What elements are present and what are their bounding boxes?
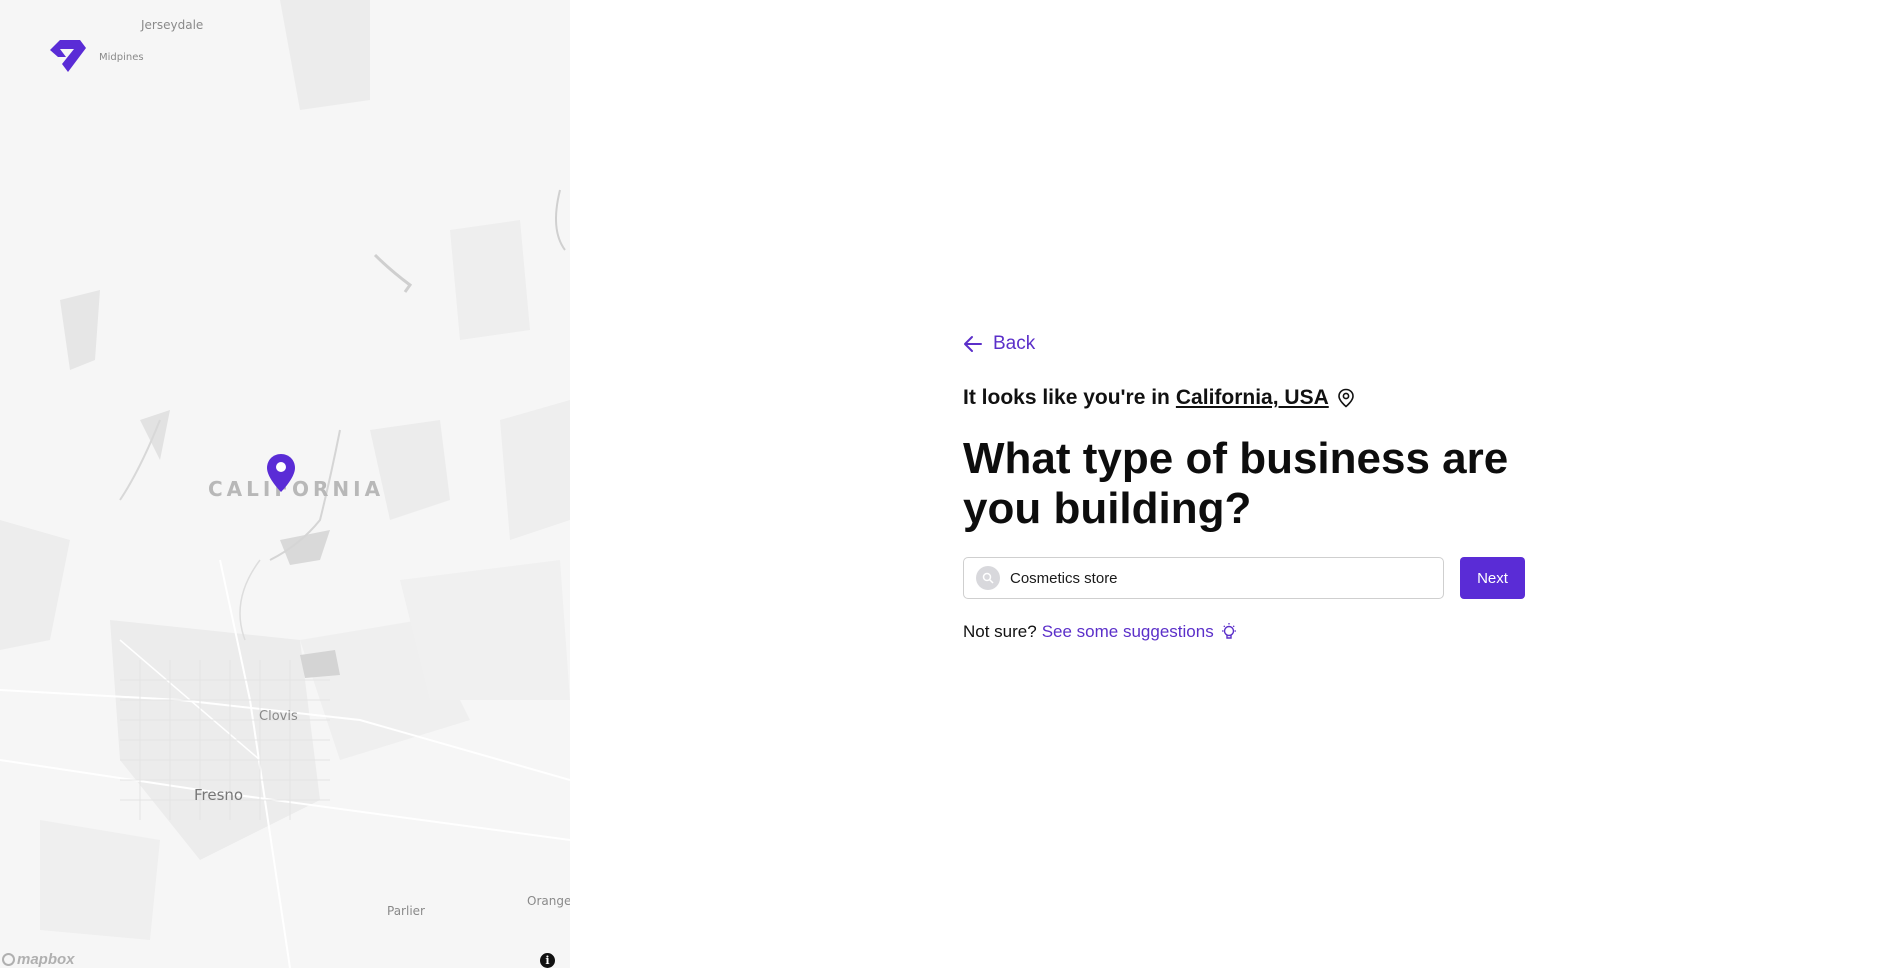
map-label-parlier: Parlier	[387, 904, 425, 918]
suggestions-prompt: Not sure? See some suggestions	[963, 622, 1238, 642]
onboarding-page: Jerseydale Midpines CALIFORNIA Clovis Fr…	[0, 0, 1904, 968]
back-link[interactable]: Back	[963, 333, 1035, 355]
map-label-orange: Orange	[527, 894, 570, 908]
brand-logo-icon[interactable]	[46, 38, 90, 74]
mapbox-wordmark: mapbox	[17, 951, 75, 968]
business-type-input[interactable]	[1010, 569, 1430, 587]
map-label-california: CALIFORNIA	[208, 477, 385, 501]
map-label-midpines: Midpines	[99, 52, 144, 63]
map-label-clovis: Clovis	[259, 709, 298, 724]
map-panel[interactable]: Jerseydale Midpines CALIFORNIA Clovis Fr…	[0, 0, 570, 968]
mapbox-attribution-logo[interactable]: mapbox	[2, 951, 75, 968]
lightbulb-icon	[1221, 623, 1236, 639]
see-suggestions-link[interactable]: See some suggestions	[1042, 622, 1214, 642]
location-pin-icon	[267, 454, 295, 492]
suggest-prefix: Not sure?	[963, 622, 1037, 641]
mapbox-mark-icon	[2, 953, 15, 966]
detected-location: It looks like you're in California, USA	[963, 386, 1355, 410]
location-prefix: It looks like you're in	[963, 386, 1170, 409]
map-pin-outline-icon[interactable]	[1337, 388, 1355, 408]
search-icon	[976, 566, 1000, 590]
map-label-jerseydale: Jerseydale	[141, 18, 204, 32]
map-label-fresno: Fresno	[194, 786, 244, 804]
back-label: Back	[993, 333, 1036, 354]
next-button[interactable]: Next	[1460, 557, 1525, 599]
arrow-left-icon	[964, 336, 982, 352]
location-link[interactable]: California, USA	[1176, 386, 1329, 410]
map-info-icon[interactable]: i	[540, 953, 555, 968]
page-title: What type of business are you building?	[963, 434, 1509, 533]
business-type-search[interactable]	[963, 557, 1444, 599]
